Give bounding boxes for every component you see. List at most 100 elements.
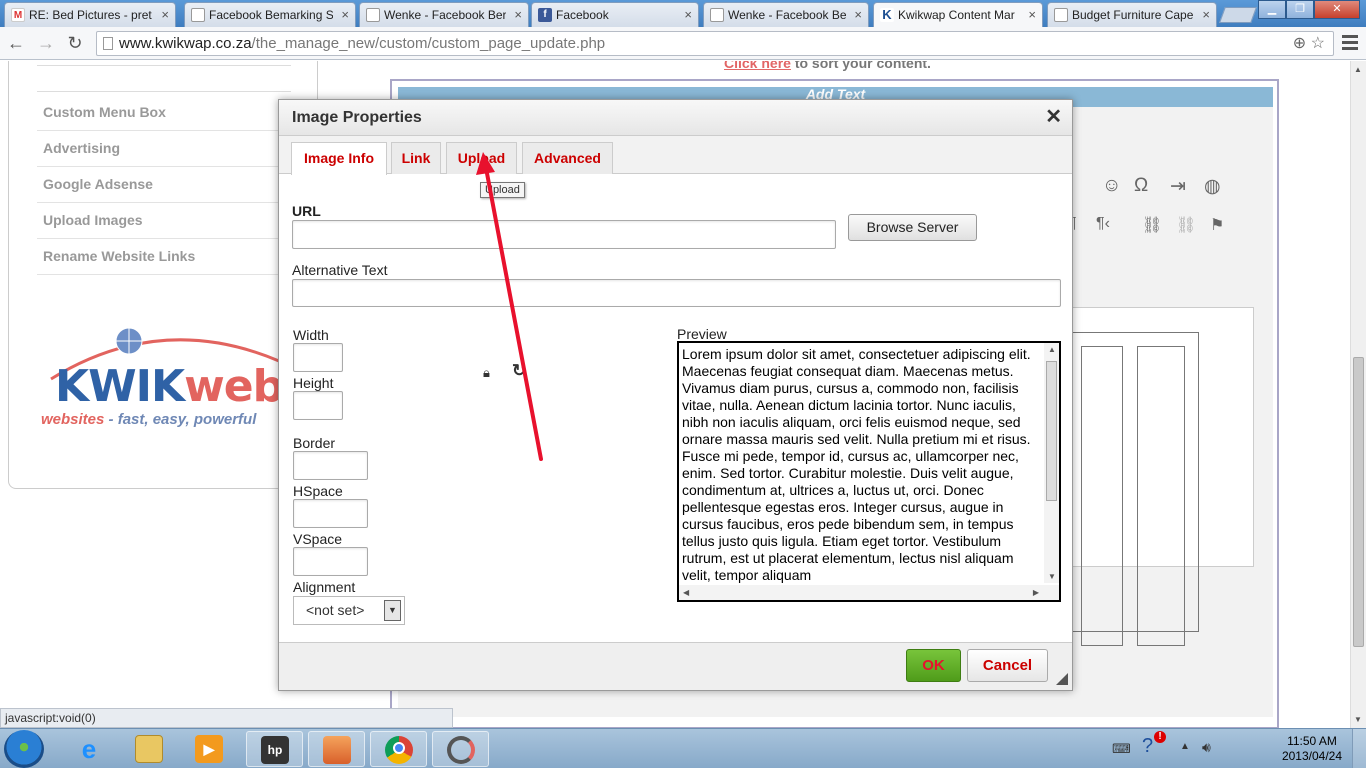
sidebar-item-upload-images[interactable]: Upload Images (37, 203, 291, 239)
sidebar-item-custom-menu-box[interactable]: Custom Menu Box (37, 95, 291, 131)
tab-link[interactable]: Link (391, 142, 441, 174)
tab-gmail[interactable]: M RE: Bed Pictures - pret × (4, 2, 176, 27)
ok-button[interactable]: OK (906, 649, 961, 682)
speaker-icon[interactable]: 🔊︎ (1202, 739, 1211, 756)
close-icon[interactable]: ✕ (1045, 106, 1062, 128)
minimize-button[interactable]: ▁ (1258, 0, 1286, 19)
browse-server-button[interactable]: Browse Server (848, 214, 977, 241)
tab-kwikwap[interactable]: K Kwikwap Content Mar × (873, 2, 1043, 28)
tab-close-icon[interactable]: × (1028, 7, 1036, 22)
scroll-right-icon[interactable]: ▶ (1033, 588, 1039, 597)
help-icon[interactable]: ? (1142, 735, 1153, 758)
hp-icon: hp (261, 736, 289, 764)
tab-upload[interactable]: Upload (446, 142, 517, 174)
height-input[interactable] (293, 391, 343, 420)
url-input[interactable] (292, 220, 836, 249)
smiley-icon[interactable]: ☺ (1102, 175, 1121, 197)
tab-close-icon[interactable]: × (161, 7, 169, 22)
tab-close-icon[interactable]: × (684, 7, 692, 22)
alignment-select[interactable]: <not set> ▼ (293, 596, 405, 625)
taskbar-app[interactable] (432, 731, 489, 767)
lock-icon[interactable]: 🔒︎ (483, 365, 490, 381)
logo-tagline: websites - fast, easy, powerful (41, 411, 256, 428)
alignment-label: Alignment (293, 579, 356, 595)
forward-arrow-icon[interactable]: → (35, 33, 57, 55)
resize-grip-icon[interactable] (1056, 673, 1068, 685)
vspace-input[interactable] (293, 547, 368, 576)
special-char-icon[interactable]: Ω (1134, 175, 1148, 197)
new-tab-button[interactable] (1219, 7, 1257, 23)
anchor-flag-icon[interactable]: ⚑ (1210, 215, 1224, 235)
tab-wenke-2[interactable]: Wenke - Facebook Be × (703, 2, 869, 27)
tab-close-icon[interactable]: × (1202, 7, 1210, 22)
scroll-down-icon[interactable]: ▼ (1354, 715, 1362, 724)
scrollbar-thumb[interactable] (1353, 357, 1364, 647)
sidebar-item-rename-website-links[interactable]: Rename Website Links (37, 239, 291, 275)
reset-size-icon[interactable]: ↻ (512, 361, 526, 381)
sidebar-item-advertising[interactable]: Advertising (37, 131, 291, 167)
messenger-icon (323, 736, 351, 764)
alt-text-input[interactable] (292, 279, 1061, 307)
width-input[interactable] (293, 343, 343, 372)
preview-scrollbar[interactable]: ▲ ▼ (1044, 343, 1059, 583)
scrollbar-thumb[interactable] (1046, 361, 1057, 501)
height-label: Height (293, 375, 334, 391)
iframe-globe-icon[interactable]: ◍ (1204, 175, 1221, 198)
maximize-button[interactable]: ❐ (1286, 0, 1314, 19)
scroll-left-icon[interactable]: ◀ (683, 588, 689, 597)
scroll-up-icon[interactable]: ▲ (1354, 65, 1362, 74)
upload-tooltip: Upload (480, 182, 525, 198)
scroll-up-icon[interactable]: ▲ (1048, 345, 1056, 354)
zoom-icon[interactable]: ⊕ (1293, 35, 1306, 52)
tab-image-info[interactable]: Image Info (291, 142, 387, 175)
taskbar-hp[interactable]: hp (246, 731, 303, 767)
window-close-button[interactable]: ✕ (1314, 0, 1360, 19)
start-button[interactable] (4, 730, 44, 768)
paragraph-rtl-icon[interactable]: ¶‹ (1096, 215, 1110, 233)
chevron-up-icon[interactable]: ▲ (1180, 741, 1190, 752)
image-properties-dialog: Image Properties ✕ Image Info Link Uploa… (278, 99, 1073, 691)
page-scrollbar[interactable]: ▲ ▼ (1350, 61, 1366, 728)
tab-budget-furniture[interactable]: Budget Furniture Cape × (1047, 2, 1217, 27)
taskbar-chrome[interactable] (370, 731, 427, 767)
show-desktop-button[interactable] (1352, 729, 1366, 768)
window-controls: ▁ ❐ ✕ (1258, 0, 1360, 20)
sidebar-item-google-adsense[interactable]: Google Adsense (37, 167, 291, 203)
back-arrow-icon[interactable]: ← (5, 33, 27, 55)
admin-sidebar: Custom Menu Box Advertising Google Adsen… (8, 61, 318, 489)
link-icon[interactable]: ⛓ (1142, 215, 1162, 235)
bookmark-star-icon[interactable]: ☆ (1311, 35, 1325, 52)
tab-close-icon[interactable]: × (514, 7, 522, 22)
chevron-down-icon[interactable]: ▼ (384, 600, 401, 621)
editor-content-area[interactable] (1068, 307, 1254, 646)
image-preview: Lorem ipsum dolor sit amet, consectetuer… (677, 341, 1061, 602)
border-input[interactable] (293, 451, 368, 480)
tab-close-icon[interactable]: × (854, 7, 862, 22)
preview-horizontal-scrollbar[interactable]: ◀ ▶ (679, 585, 1059, 600)
scroll-down-icon[interactable]: ▼ (1048, 572, 1056, 581)
keyboard-icon[interactable]: ⌨ (1112, 741, 1131, 757)
unlink-icon[interactable]: ⛓ (1176, 215, 1196, 235)
tab-facebook[interactable]: f Facebook × (531, 2, 699, 27)
taskbar-messenger[interactable] (308, 731, 365, 767)
chrome-menu-icon[interactable] (1342, 35, 1358, 53)
taskbar-media-player[interactable]: ▶ (181, 731, 238, 767)
tab-title: Wenke - Facebook Ber (384, 8, 506, 22)
tab-close-icon[interactable]: × (341, 7, 349, 22)
logo-wordmark: KWIKweb (55, 361, 284, 412)
address-bar[interactable]: www.kwikwap.co.za/the_manage_new/custom/… (96, 31, 1334, 56)
taskbar-internet-explorer[interactable]: e (61, 731, 118, 767)
tab-title: Budget Furniture Cape (1072, 8, 1194, 22)
taskbar-file-explorer[interactable] (121, 731, 178, 767)
browser-toolbar: ← → ↻ www.kwikwap.co.za/the_manage_new/c… (0, 27, 1366, 60)
page-break-icon[interactable]: ⇥ (1170, 175, 1186, 198)
width-label: Width (293, 327, 329, 343)
tab-wenke-1[interactable]: Wenke - Facebook Ber × (359, 2, 529, 27)
clock[interactable]: 11:50 AM 2013/04/24 (1282, 734, 1342, 764)
click-here-link[interactable]: Click here (724, 61, 791, 71)
tab-advanced[interactable]: Advanced (522, 142, 613, 174)
hspace-input[interactable] (293, 499, 368, 528)
reload-icon[interactable]: ↻ (64, 33, 86, 55)
cancel-button[interactable]: Cancel (967, 649, 1048, 682)
tab-facebook-bemarking[interactable]: Facebook Bemarking S × (184, 2, 356, 27)
